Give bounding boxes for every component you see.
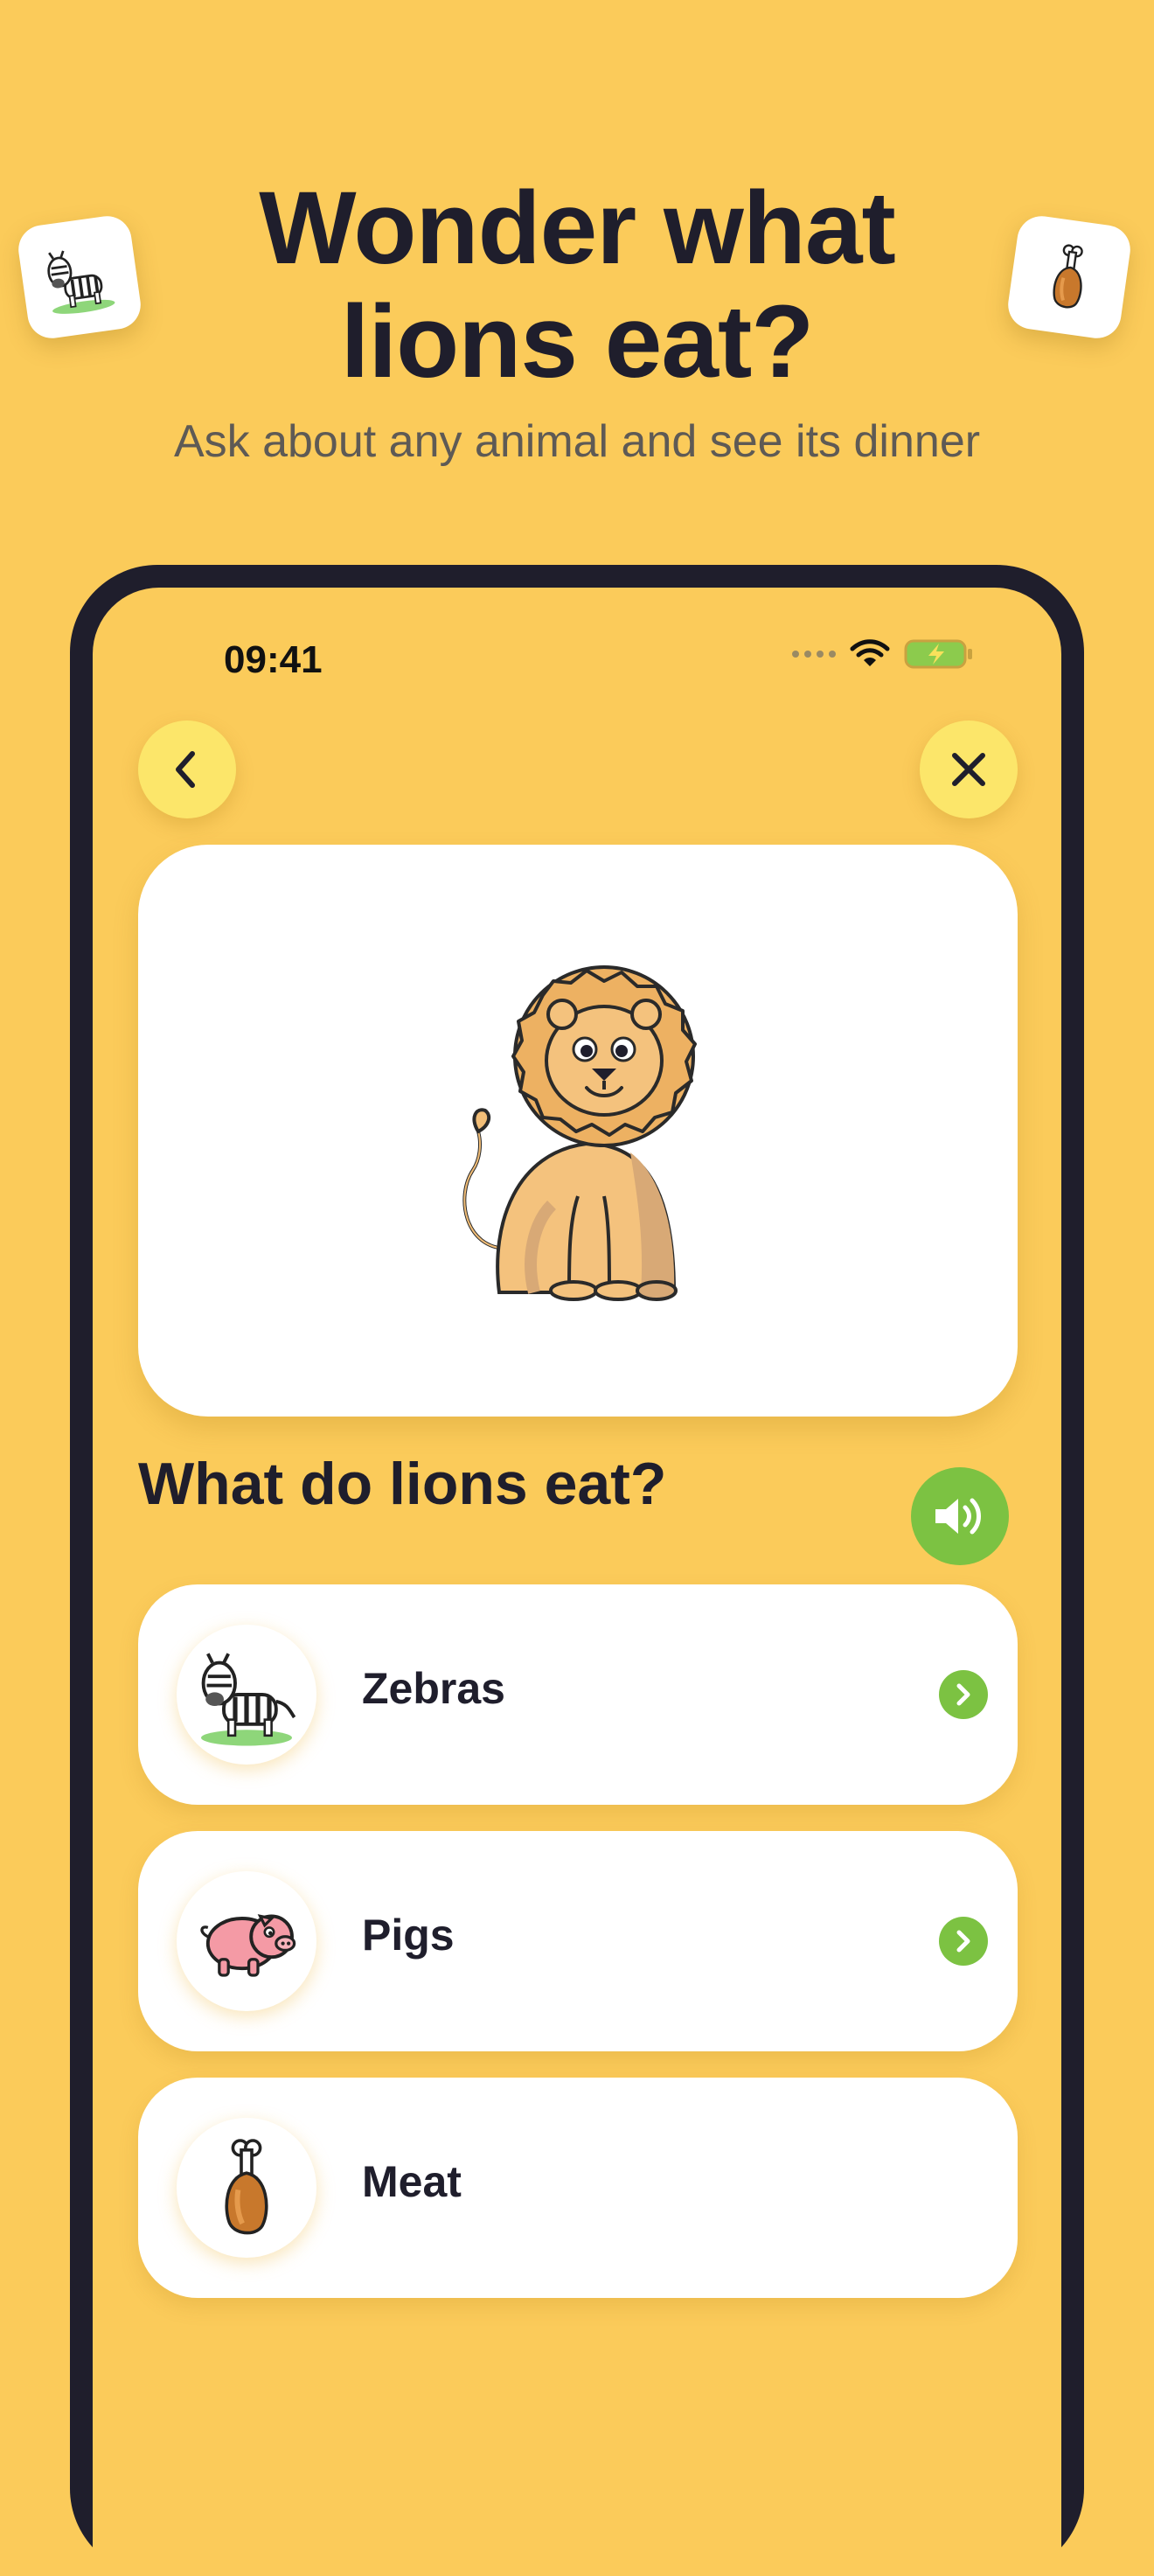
chevron-right-icon <box>939 1917 988 1966</box>
status-icons <box>792 638 974 670</box>
signal-dots-icon <box>792 651 836 658</box>
speaker-icon <box>935 1498 981 1535</box>
close-button[interactable] <box>920 721 1018 818</box>
option-label: Pigs <box>362 1911 455 1960</box>
play-sound-button[interactable] <box>911 1467 1009 1565</box>
zebra-icon <box>47 250 115 314</box>
pig-icon <box>200 1914 296 1977</box>
back-button[interactable] <box>138 721 236 818</box>
answer-option-zebras[interactable]: Zebras <box>138 1584 1018 1805</box>
answer-option-pigs[interactable]: Pigs <box>138 1831 1018 2051</box>
option-label: Zebras <box>362 1664 505 1713</box>
animal-image-card <box>138 845 1018 1417</box>
floating-meat-card <box>1005 212 1134 342</box>
headline-line-1: Wonder what <box>259 171 896 286</box>
meat-drumstick-icon <box>1053 244 1083 309</box>
battery-charging-icon <box>904 639 972 669</box>
wifi-icon <box>850 639 890 666</box>
status-time: 09:41 <box>224 638 323 681</box>
option-thumbnail <box>177 2118 316 2258</box>
option-thumbnail <box>177 1871 316 2011</box>
headline-line-2: lions eat? <box>340 284 815 400</box>
answer-option-meat[interactable]: Meat <box>138 2078 1018 2298</box>
promo-headline: Wonder what lions eat? <box>0 171 1154 399</box>
promo-subtitle: Ask about any animal and see its dinner <box>173 416 981 467</box>
lion-illustration <box>462 965 697 1301</box>
phone-screen: 09:41 What do lions eat? Zebras Pigs Mea… <box>93 588 1061 2576</box>
chevron-right-icon <box>939 1670 988 1719</box>
phone-frame: 09:41 What do lions eat? Zebras Pigs Mea… <box>70 565 1084 2576</box>
meat-drumstick-icon <box>225 2139 268 2235</box>
chevron-left-icon <box>176 751 195 788</box>
close-icon <box>952 753 985 786</box>
option-label: Meat <box>362 2157 462 2206</box>
zebra-icon <box>201 1653 296 1746</box>
question-title: What do lions eat? <box>138 1451 667 1517</box>
floating-zebra-card <box>15 212 144 342</box>
option-thumbnail <box>177 1625 316 1765</box>
